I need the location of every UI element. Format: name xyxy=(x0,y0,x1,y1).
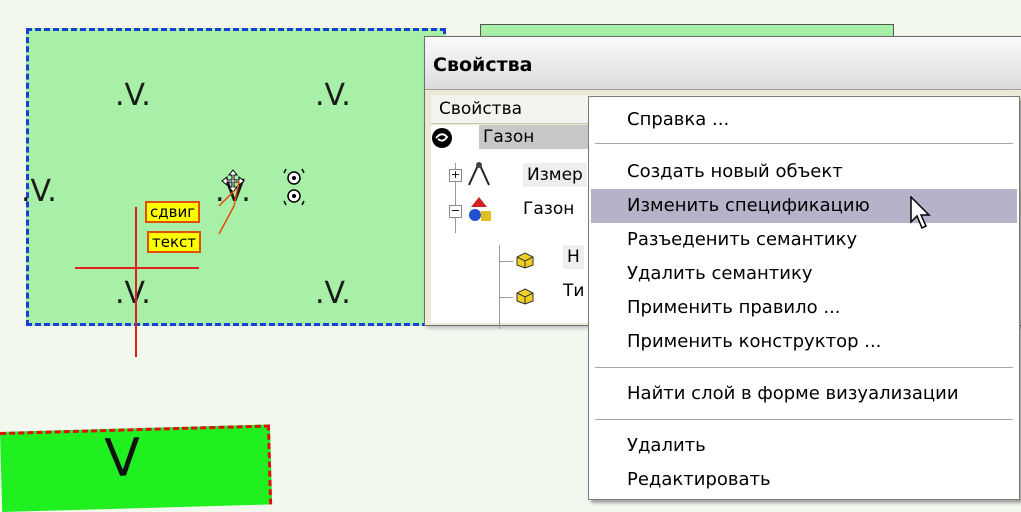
label-text[interactable]: текст xyxy=(147,231,202,253)
menu-item-change-spec[interactable]: Изменить спецификацию xyxy=(591,189,1017,223)
measure-icon xyxy=(465,161,493,187)
menu-item-apply-rule[interactable]: Применить правило ... xyxy=(591,291,1017,325)
menu-item-create-object[interactable]: Создать новый объект xyxy=(591,155,1017,189)
menu-item-edit[interactable]: Редактировать xyxy=(591,463,1017,497)
menu-item-find-layer[interactable]: Найти слой в форме визуализации xyxy=(591,377,1017,411)
label-leader-lines xyxy=(218,180,240,235)
properties-header-label: Свойства xyxy=(439,99,523,119)
collapse-icon[interactable]: − xyxy=(449,205,462,218)
menu-item-split-semantics[interactable]: Разъеденить семантику xyxy=(591,223,1017,257)
menu-item-help[interactable]: Справка ... xyxy=(591,103,1017,137)
window-title: Свойства xyxy=(433,54,533,76)
menu-separator xyxy=(595,367,1013,368)
menu-item-delete[interactable]: Удалить xyxy=(591,429,1017,463)
expand-icon[interactable]: + xyxy=(449,169,462,182)
tree-item-measure[interactable]: Измер xyxy=(523,163,587,187)
label-shift[interactable]: сдвиг xyxy=(145,201,201,223)
context-menu: Справка ... Создать новый объект Изменит… xyxy=(588,96,1020,500)
menu-separator xyxy=(595,419,1013,420)
tree-line xyxy=(499,297,513,298)
menu-separator xyxy=(595,143,1013,144)
lawn-polygon-selected[interactable]: .V. .V. .V. .V. .V. .V. сдви xyxy=(21,28,446,357)
tree-item-lawn-selected[interactable]: Газон xyxy=(479,125,597,149)
grass-symbol: V xyxy=(103,428,142,490)
properties-titlebar[interactable]: Свойства xyxy=(425,37,1021,90)
menu-item-apply-constructor[interactable]: Применить конструктор ... xyxy=(591,325,1017,359)
tree-item-attr-1[interactable]: Н xyxy=(563,245,584,269)
cube-icon xyxy=(515,251,535,269)
cube-icon xyxy=(515,287,535,305)
tree-line xyxy=(499,245,500,329)
tree-item-lawn[interactable]: Газон xyxy=(523,199,574,219)
tree-item-attr-2[interactable]: Ти xyxy=(563,281,584,301)
shapes-icon xyxy=(467,195,495,225)
tree-line xyxy=(499,261,513,262)
cursor-icon xyxy=(910,195,934,232)
properties-tree[interactable]: Газон + Измер − Газон Н Ти xyxy=(431,125,597,329)
menu-item-delete-semantics[interactable]: Удалить семантику xyxy=(591,257,1017,291)
swirl-icon xyxy=(431,127,453,149)
lawn-polygon-bottom[interactable]: V xyxy=(0,424,273,512)
